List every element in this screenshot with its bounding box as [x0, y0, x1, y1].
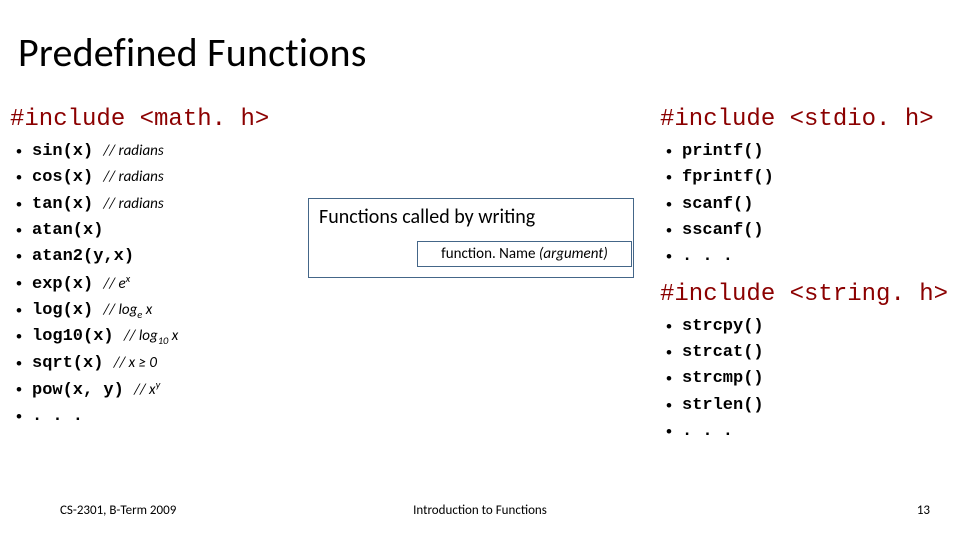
func-code: strcpy() [682, 317, 764, 336]
list-item: strcat() [682, 340, 950, 366]
list-item: . . . [32, 404, 330, 430]
func-comment: // x ≥ 0 [114, 354, 157, 372]
footer-center: Introduction to Functions [0, 503, 960, 518]
list-item: sscanf() [682, 218, 950, 244]
func-code: scanf() [682, 195, 753, 214]
func-code: strcat() [682, 343, 764, 362]
list-item: . . . [682, 419, 950, 445]
func-code: fprintf() [682, 168, 774, 187]
callout-fn: function. Name [441, 245, 535, 263]
func-code: cos(x) [32, 168, 93, 187]
list-item: strcmp() [682, 366, 950, 392]
func-code: . . . [682, 422, 733, 441]
include-math-header: #include <math. h> [10, 106, 330, 133]
func-code: atan(x) [32, 221, 103, 240]
list-item: strlen() [682, 393, 950, 419]
func-code: atan2(y,x) [32, 247, 134, 266]
func-code: log(x) [32, 301, 93, 320]
func-comment: // ex [103, 275, 130, 293]
callout-arg: (argument) [539, 245, 608, 263]
func-code: sqrt(x) [32, 354, 103, 373]
list-item: fprintf() [682, 165, 950, 191]
include-stdio-header: #include <stdio. h> [660, 106, 950, 133]
list-item: pow(x, y) // xy [32, 377, 330, 404]
string-function-list: strcpy() strcat() strcmp() strlen() . . … [660, 314, 950, 446]
stdio-function-list: printf() fprintf() scanf() sscanf() . . … [660, 139, 950, 271]
math-function-list: sin(x) // radians cos(x) // radians tan(… [10, 139, 330, 431]
include-string-header: #include <string. h> [660, 281, 950, 308]
func-code: . . . [682, 247, 733, 266]
page-title: Predefined Functions [18, 28, 367, 77]
func-code: . . . [32, 407, 83, 426]
func-code: exp(x) [32, 275, 93, 294]
func-code: tan(x) [32, 195, 93, 214]
func-code: strcmp() [682, 369, 764, 388]
func-comment: // loge x [103, 301, 152, 319]
list-item: printf() [682, 139, 950, 165]
list-item: atan2(y,x) [32, 244, 330, 270]
func-comment: // radians [103, 142, 163, 160]
func-comment: // log10 x [124, 327, 178, 345]
right-column: #include <stdio. h> printf() fprintf() s… [660, 106, 950, 455]
func-code: strlen() [682, 396, 764, 415]
callout-subbox: function. Name (argument) [417, 241, 632, 267]
func-code: printf() [682, 142, 764, 161]
func-comment: // radians [103, 168, 163, 186]
list-item: log(x) // loge x [32, 298, 330, 324]
func-code: sscanf() [682, 221, 764, 240]
list-item: log10(x) // log10 x [32, 324, 330, 350]
list-item: sin(x) // radians [32, 139, 330, 165]
list-item: scanf() [682, 192, 950, 218]
func-comment: // radians [103, 195, 163, 213]
list-item: atan(x) [32, 218, 330, 244]
func-code: log10(x) [32, 327, 114, 346]
list-item: exp(x) // ex [32, 271, 330, 298]
list-item: sqrt(x) // x ≥ 0 [32, 351, 330, 377]
footer-page-number: 13 [917, 503, 930, 518]
list-item: cos(x) // radians [32, 165, 330, 191]
callout-line1: Functions called by writing [319, 205, 623, 229]
slide: Predefined Functions #include <math. h> … [0, 0, 960, 540]
left-column: #include <math. h> sin(x) // radians cos… [10, 106, 330, 431]
string-section: #include <string. h> strcpy() strcat() s… [660, 281, 950, 446]
func-code: pow(x, y) [32, 381, 124, 400]
list-item: . . . [682, 244, 950, 270]
list-item: strcpy() [682, 314, 950, 340]
func-comment: // xy [134, 381, 160, 399]
stdio-section: #include <stdio. h> printf() fprintf() s… [660, 106, 950, 271]
callout-box: Functions called by writing function. Na… [308, 198, 634, 278]
list-item: tan(x) // radians [32, 192, 330, 218]
func-code: sin(x) [32, 142, 93, 161]
